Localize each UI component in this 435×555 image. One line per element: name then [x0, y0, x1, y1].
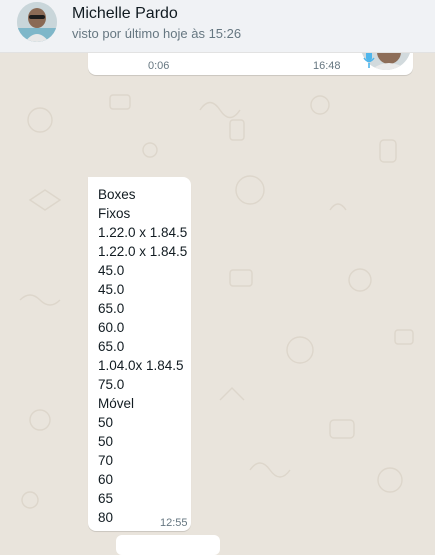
message-line: 65 — [98, 491, 114, 506]
message-time: 12:55 — [160, 517, 188, 529]
message-line: 50 — [98, 434, 114, 449]
text-message-bubble[interactable]: Boxes Fixos 1.22.0 x 1.84.5 1.22.0 x 1.8… — [88, 177, 191, 531]
contact-avatar[interactable] — [17, 2, 57, 42]
next-message-bubble[interactable] — [116, 535, 220, 555]
message-line: 70 — [98, 453, 114, 468]
message-line: 45.0 — [98, 263, 125, 278]
message-line: 50 — [98, 415, 114, 430]
chat-wallpaper — [19, 55, 414, 509]
message-line: 65.0 — [98, 301, 125, 316]
message-line: 1.04.0x 1.84.5 — [98, 358, 184, 373]
message-line: 1.22.0 x 1.84.5 — [98, 244, 188, 259]
message-line: 75.0 — [98, 377, 125, 392]
message-time: 16:48 — [313, 60, 341, 72]
message-line: Móvel — [98, 396, 135, 411]
message-line: Fixos — [98, 206, 131, 221]
contact-last-seen: visto por último hoje às 15:26 — [72, 26, 242, 41]
message-line: 45.0 — [98, 282, 125, 297]
message-line: 60 — [98, 472, 114, 487]
message-line: 60.0 — [98, 320, 125, 335]
chat-header[interactable]: Michelle Pardo visto por último hoje às … — [0, 0, 435, 53]
audio-duration: 0:06 — [148, 60, 170, 72]
avatar-photo — [17, 2, 57, 42]
message-line: 65.0 — [98, 339, 125, 354]
contact-name[interactable]: Michelle Pardo — [72, 5, 178, 23]
message-line: Boxes — [98, 187, 136, 202]
message-text: Boxes Fixos 1.22.0 x 1.84.5 1.22.0 x 1.8… — [98, 185, 187, 527]
message-line: 1.22.0 x 1.84.5 — [98, 225, 188, 240]
